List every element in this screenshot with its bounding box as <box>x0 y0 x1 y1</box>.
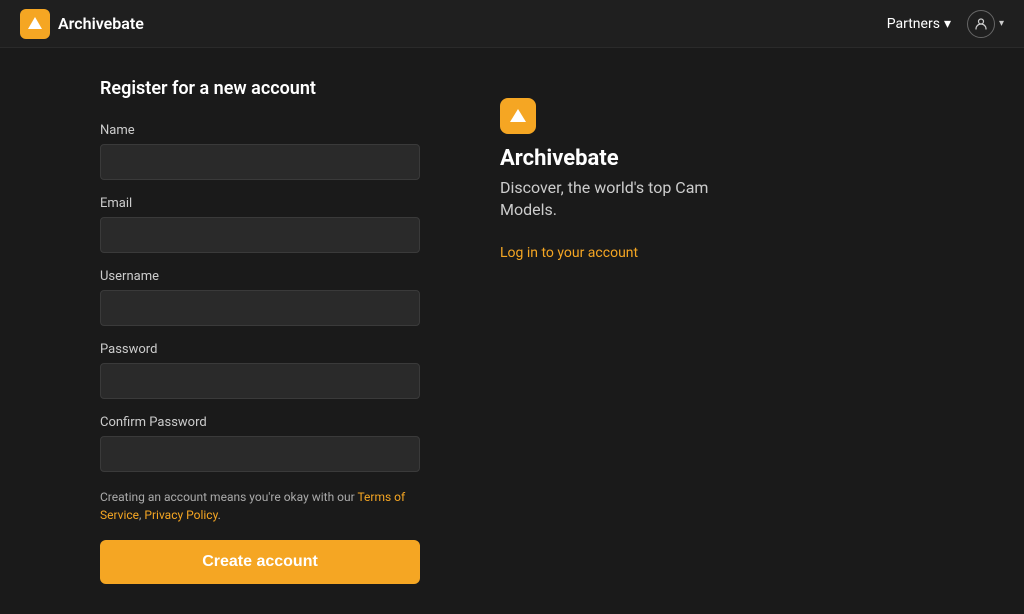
brand-logo-icon <box>20 9 50 39</box>
partners-menu[interactable]: Partners ▾ <box>887 16 951 32</box>
navbar: Archivebate Partners ▾ ▾ <box>0 0 1024 48</box>
privacy-policy-link[interactable]: Privacy Policy <box>144 508 217 522</box>
username-input[interactable] <box>100 290 420 326</box>
brand-name: Archivebate <box>58 14 144 33</box>
confirm-password-input[interactable] <box>100 436 420 472</box>
partners-chevron: ▾ <box>944 16 951 32</box>
navbar-right: Partners ▾ ▾ <box>887 10 1004 38</box>
info-app-name: Archivebate <box>500 146 924 171</box>
user-chevron-icon: ▾ <box>999 18 1004 29</box>
user-menu[interactable]: ▾ <box>967 10 1004 38</box>
confirm-password-field-group: Confirm Password <box>100 415 420 472</box>
name-label: Name <box>100 123 420 138</box>
form-title: Register for a new account <box>100 78 420 99</box>
info-section: Archivebate Discover, the world's top Ca… <box>500 78 924 584</box>
info-tagline: Discover, the world's top Cam Models. <box>500 177 720 222</box>
main-content: Register for a new account Name Email Us… <box>0 48 1024 614</box>
partners-label: Partners <box>887 16 940 32</box>
terms-text: Creating an account means you're okay wi… <box>100 488 420 524</box>
terms-text-before: Creating an account means you're okay wi… <box>100 490 357 504</box>
confirm-password-label: Confirm Password <box>100 415 420 430</box>
password-label: Password <box>100 342 420 357</box>
name-field-group: Name <box>100 123 420 180</box>
registration-form-section: Register for a new account Name Email Us… <box>100 78 420 584</box>
login-link[interactable]: Log in to your account <box>500 245 638 261</box>
email-field-group: Email <box>100 196 420 253</box>
brand: Archivebate <box>20 9 144 39</box>
create-account-button[interactable]: Create account <box>100 540 420 584</box>
info-logo-icon <box>500 98 536 134</box>
password-field-group: Password <box>100 342 420 399</box>
user-avatar-icon <box>967 10 995 38</box>
password-input[interactable] <box>100 363 420 399</box>
name-input[interactable] <box>100 144 420 180</box>
email-input[interactable] <box>100 217 420 253</box>
terms-text-after: . <box>218 508 221 522</box>
username-label: Username <box>100 269 420 284</box>
email-label: Email <box>100 196 420 211</box>
username-field-group: Username <box>100 269 420 326</box>
